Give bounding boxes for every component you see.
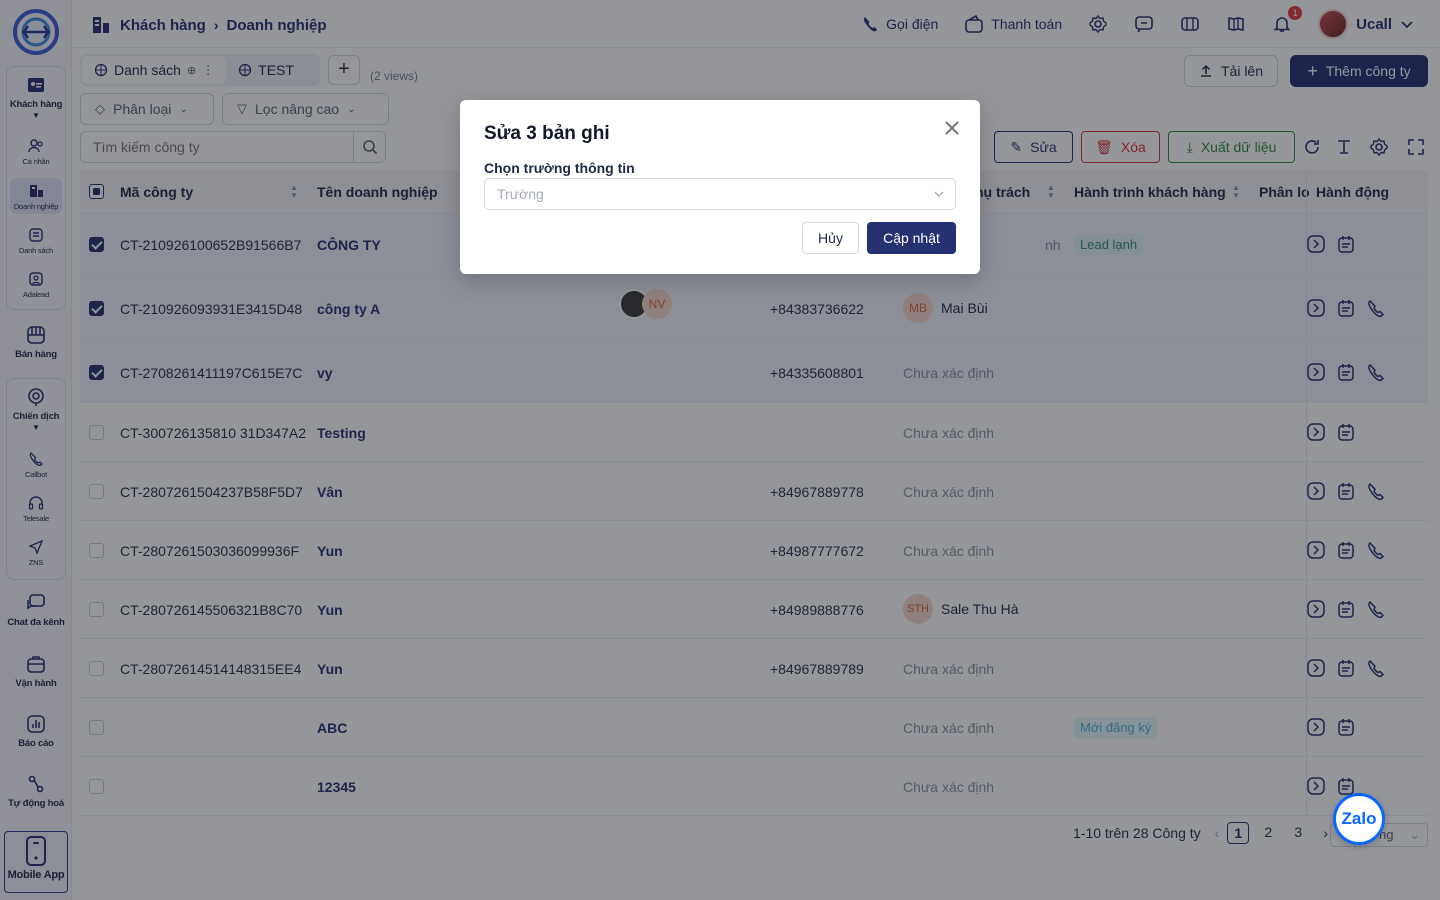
chevron-down-icon: [934, 191, 944, 197]
close-icon[interactable]: [944, 120, 960, 136]
field-label: Chọn trường thông tin: [484, 160, 635, 176]
modal-title: Sửa 3 bản ghi: [484, 123, 610, 144]
zalo-label: Zalo: [1341, 809, 1377, 828]
field-placeholder: Trường: [497, 186, 544, 202]
update-button[interactable]: Cập nhật: [867, 222, 956, 254]
zalo-chat-button[interactable]: Zalo: [1333, 793, 1385, 845]
cancel-button[interactable]: Hủy: [802, 222, 859, 254]
bulk-edit-modal: Sửa 3 bản ghi Chọn trường thông tin Trườ…: [460, 100, 980, 274]
field-select[interactable]: Trường: [484, 178, 956, 210]
